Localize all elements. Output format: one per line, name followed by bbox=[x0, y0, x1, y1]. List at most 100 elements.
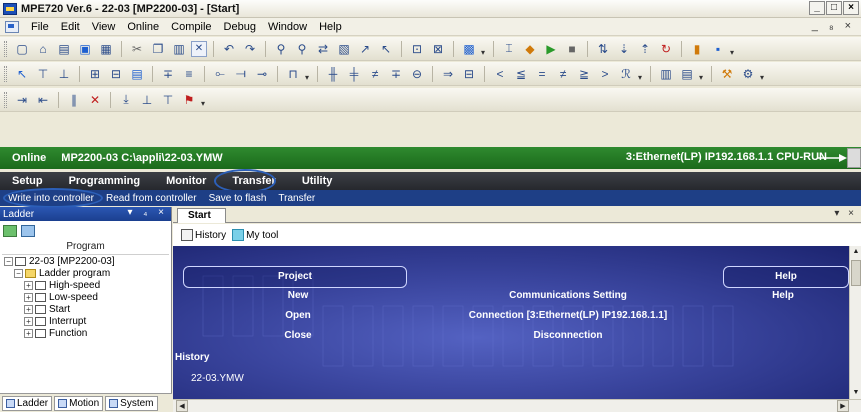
new-icon[interactable]: ▢ bbox=[13, 40, 31, 58]
scroll-down-icon[interactable]: ▼ bbox=[850, 387, 861, 399]
copy-icon[interactable]: ❐ bbox=[149, 40, 167, 58]
select-icon[interactable]: ↖ bbox=[13, 65, 31, 83]
tree-item-interrupt[interactable]: + Interrupt bbox=[2, 315, 171, 327]
tab-monitor[interactable]: Monitor bbox=[162, 175, 210, 187]
connection-link[interactable]: Connection [3:Ethernet(LP) IP192.168.1.1… bbox=[423, 310, 713, 321]
fall-edge-icon[interactable]: ╪ bbox=[345, 65, 363, 83]
find-next-icon[interactable]: ⚲ bbox=[293, 40, 311, 58]
find-icon[interactable]: ⚲ bbox=[272, 40, 290, 58]
transfer-button[interactable]: Transfer bbox=[278, 193, 315, 204]
history-item[interactable]: 22-03.YMW bbox=[191, 373, 244, 384]
rise-edge-icon[interactable]: ╫ bbox=[324, 65, 342, 83]
toolbar-dropdown[interactable]: ▾ bbox=[305, 66, 311, 82]
expression-icon[interactable]: ⊟ bbox=[460, 65, 478, 83]
toolbar-dropdown[interactable]: ▾ bbox=[699, 66, 705, 82]
tools-icon[interactable]: ⚒ bbox=[718, 65, 736, 83]
settings-icon[interactable]: ⚙ bbox=[739, 65, 757, 83]
table-icon[interactable]: ▤ bbox=[678, 65, 696, 83]
tab-motion[interactable]: Motion bbox=[54, 395, 104, 411]
read-from-controller-button[interactable]: Read from controller bbox=[106, 193, 197, 204]
greater-equal-icon[interactable]: ≧ bbox=[575, 65, 593, 83]
run-icon[interactable]: ▶ bbox=[542, 40, 560, 58]
insert-row-icon[interactable]: ⤓ bbox=[117, 91, 135, 109]
panel-controls[interactable]: ▾ ₄ × bbox=[128, 207, 169, 218]
contact-no-icon[interactable]: ⊤ bbox=[34, 65, 52, 83]
paste-icon[interactable]: ▥ bbox=[170, 40, 188, 58]
horizontal-scrollbar[interactable]: ◀ ▶ bbox=[173, 399, 861, 412]
open-icon[interactable]: ⌂ bbox=[34, 40, 52, 58]
expand-toggle[interactable]: + bbox=[24, 280, 33, 290]
redo-icon[interactable]: ↷ bbox=[241, 40, 259, 58]
scroll-right-icon[interactable]: ▶ bbox=[837, 400, 849, 412]
toolbar-dropdown[interactable]: ▾ bbox=[638, 66, 644, 82]
timer-icon[interactable]: ∓ bbox=[387, 65, 405, 83]
menu-edit[interactable]: Edit bbox=[55, 21, 86, 33]
line-v-icon[interactable]: ∓ bbox=[159, 65, 177, 83]
tree-item-start[interactable]: + Start bbox=[2, 303, 171, 315]
collapse-icon[interactable] bbox=[21, 225, 35, 237]
counter-icon[interactable]: ⊖ bbox=[408, 65, 426, 83]
expand-toggle[interactable]: + bbox=[24, 328, 33, 338]
toolbar-grip[interactable] bbox=[4, 91, 7, 108]
save-all-icon[interactable]: ▦ bbox=[97, 40, 115, 58]
line-h-icon[interactable]: ≡ bbox=[180, 65, 198, 83]
cross-ref-icon[interactable]: ⊡ bbox=[408, 40, 426, 58]
insert-col-icon[interactable]: ⊥ bbox=[138, 91, 156, 109]
document-tab-controls[interactable]: ▾ × bbox=[834, 208, 857, 219]
disconnection-link[interactable]: Disconnection bbox=[423, 330, 713, 341]
scroll-left-icon[interactable]: ◀ bbox=[176, 400, 188, 412]
menu-view[interactable]: View bbox=[86, 21, 122, 33]
menu-compile[interactable]: Compile bbox=[165, 21, 217, 33]
monitor-icon[interactable]: ▩ bbox=[460, 40, 478, 58]
menu-window[interactable]: Window bbox=[262, 21, 313, 33]
contact-nc-icon[interactable]: ⊥ bbox=[55, 65, 73, 83]
insert-block-icon[interactable]: ⊤ bbox=[159, 91, 177, 109]
tab-utility[interactable]: Utility bbox=[298, 175, 337, 187]
read-icon[interactable]: ⇣ bbox=[615, 40, 633, 58]
help-link[interactable]: Help bbox=[733, 290, 833, 301]
jump-back-icon[interactable]: ↖ bbox=[377, 40, 395, 58]
vertical-scrollbar[interactable]: ▲ ▼ bbox=[849, 246, 861, 399]
minimize-button[interactable]: _ bbox=[809, 1, 825, 15]
replace-icon[interactable]: ⇄ bbox=[314, 40, 332, 58]
expand-toggle[interactable]: + bbox=[24, 304, 33, 314]
coil-nc-icon[interactable]: ⟞ bbox=[232, 65, 250, 83]
history-button[interactable]: History bbox=[181, 229, 226, 241]
collapse-toggle[interactable]: − bbox=[14, 268, 23, 278]
branch-end-icon[interactable]: ⊟ bbox=[107, 65, 125, 83]
cut-icon[interactable]: ✂ bbox=[128, 40, 146, 58]
toolbar-grip[interactable] bbox=[4, 40, 7, 57]
format-icon[interactable]: ⚑ bbox=[180, 91, 198, 109]
expand-toggle[interactable]: + bbox=[24, 292, 33, 302]
expand-toggle[interactable]: + bbox=[24, 316, 33, 326]
open-project-link[interactable]: Open bbox=[253, 310, 343, 321]
collapse-toggle[interactable]: − bbox=[4, 256, 13, 266]
indent-icon[interactable]: ⇥ bbox=[13, 91, 31, 109]
not-equal-icon[interactable]: ≠ bbox=[554, 65, 572, 83]
delete-icon[interactable]: ✕ bbox=[86, 91, 104, 109]
scroll-up-icon[interactable]: ▲ bbox=[850, 246, 861, 258]
connect-icon[interactable]: ◆ bbox=[521, 40, 539, 58]
security-icon[interactable]: ▪ bbox=[709, 40, 727, 58]
transfer-icon[interactable]: ⇅ bbox=[594, 40, 612, 58]
undo-icon[interactable]: ↶ bbox=[220, 40, 238, 58]
write-icon[interactable]: ⇡ bbox=[636, 40, 654, 58]
tab-start[interactable]: Start bbox=[177, 208, 226, 223]
toolbar-dropdown[interactable]: ▾ bbox=[481, 41, 487, 57]
tab-ladder[interactable]: Ladder bbox=[2, 395, 53, 411]
verify-icon[interactable]: ↻ bbox=[657, 40, 675, 58]
view-icon[interactable]: ▧ bbox=[335, 40, 353, 58]
menu-help[interactable]: Help bbox=[313, 21, 348, 33]
document-icon[interactable] bbox=[5, 20, 19, 33]
toolbar-dropdown[interactable]: ▾ bbox=[760, 66, 766, 82]
tree-item-function[interactable]: + Function bbox=[2, 327, 171, 339]
mdi-controls[interactable]: _ ₈ × bbox=[812, 20, 855, 32]
less-equal-icon[interactable]: ≦ bbox=[512, 65, 530, 83]
my-tool-button[interactable]: My tool bbox=[232, 229, 278, 241]
online-icon[interactable]: ⌶ bbox=[500, 40, 518, 58]
tab-programming[interactable]: Programming bbox=[65, 175, 145, 187]
branch-icon[interactable]: ⊞ bbox=[86, 65, 104, 83]
toolbar-grip[interactable] bbox=[4, 65, 7, 82]
outdent-icon[interactable]: ⇤ bbox=[34, 91, 52, 109]
comment-icon[interactable]: ∥ bbox=[65, 91, 83, 109]
